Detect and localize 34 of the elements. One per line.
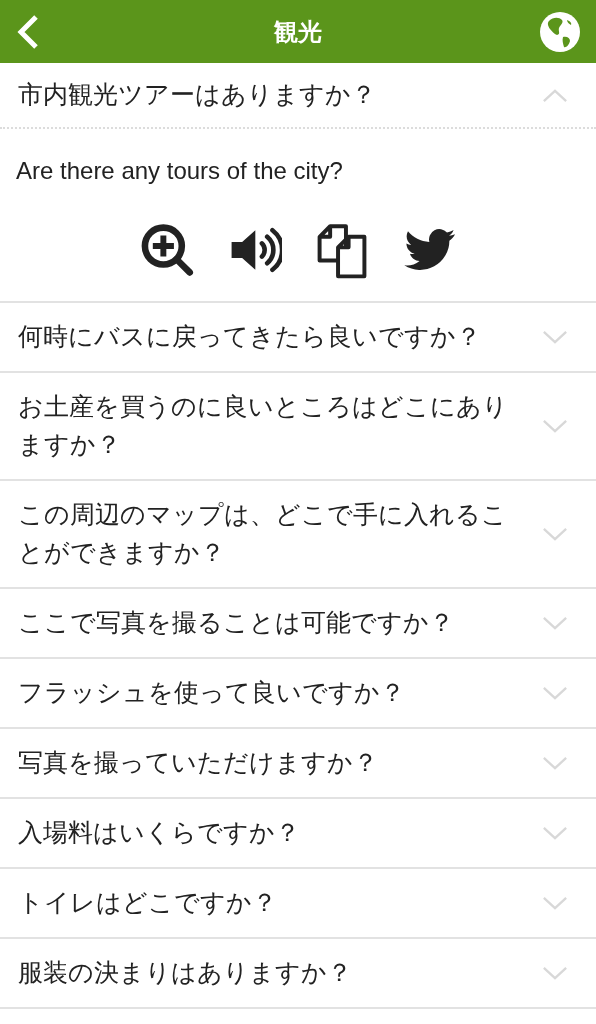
- phrase-row[interactable]: この周辺のマップは、どこで手に入れることができますか？: [0, 481, 596, 587]
- phrase-text: 市内観光ツアーはありますか？: [18, 79, 376, 111]
- phrase-text: フラッシュを使って良いですか？: [18, 677, 405, 709]
- chevron-down-icon: [542, 755, 568, 771]
- phrase-text: トイレはどこですか？: [18, 887, 277, 919]
- phrase-row[interactable]: 入場料はいくらですか？: [0, 799, 596, 867]
- phrase-row[interactable]: 市内観光ツアーはありますか？: [0, 63, 596, 129]
- screen-title: 観光: [274, 16, 322, 48]
- back-icon[interactable]: [16, 13, 40, 50]
- translation-text: Are there any tours of the city?: [16, 157, 344, 185]
- phrase-text: 写真を撮っていただけますか？: [18, 747, 378, 779]
- chevron-down-icon: [542, 615, 568, 631]
- globe-icon[interactable]: [540, 11, 580, 52]
- chevron-down-icon: [542, 965, 568, 981]
- phrase-row[interactable]: 写真を撮っていただけますか？: [0, 729, 596, 797]
- chevron-down-icon: [542, 418, 568, 434]
- phrase-text: お土産を買うのに良いところはどこにありますか？: [18, 391, 509, 461]
- chevron-down-icon: [542, 825, 568, 841]
- chevron-up-icon: [542, 87, 568, 103]
- phrase-text: この周辺のマップは、どこで手に入れることができますか？: [18, 499, 508, 569]
- phrase-row[interactable]: お土産を買うのに良いところはどこにありますか？: [0, 373, 596, 479]
- phrase-row[interactable]: フラッシュを使って良いですか？: [0, 659, 596, 727]
- phrase-text: 何時にバスに戻ってきたら良いですか？: [18, 321, 481, 353]
- phrase-row[interactable]: ここで写真を撮ることは可能ですか？: [0, 589, 596, 657]
- phrase-row[interactable]: 服装の決まりはありますか？: [0, 939, 596, 1007]
- phrase-text: 服装の決まりはありますか？: [18, 957, 352, 989]
- phrase-row[interactable]: 何時にバスに戻ってきたら良いですか？: [0, 303, 596, 371]
- chevron-down-icon: [542, 329, 568, 345]
- chevron-down-icon: [542, 526, 568, 542]
- chevron-down-icon: [542, 895, 568, 911]
- chevron-down-icon: [542, 685, 568, 701]
- phrase-row[interactable]: トイレはどこですか？: [0, 869, 596, 937]
- phrase-text: 入場料はいくらですか？: [18, 817, 300, 849]
- phrase-text: ここで写真を撮ることは可能ですか？: [18, 607, 454, 639]
